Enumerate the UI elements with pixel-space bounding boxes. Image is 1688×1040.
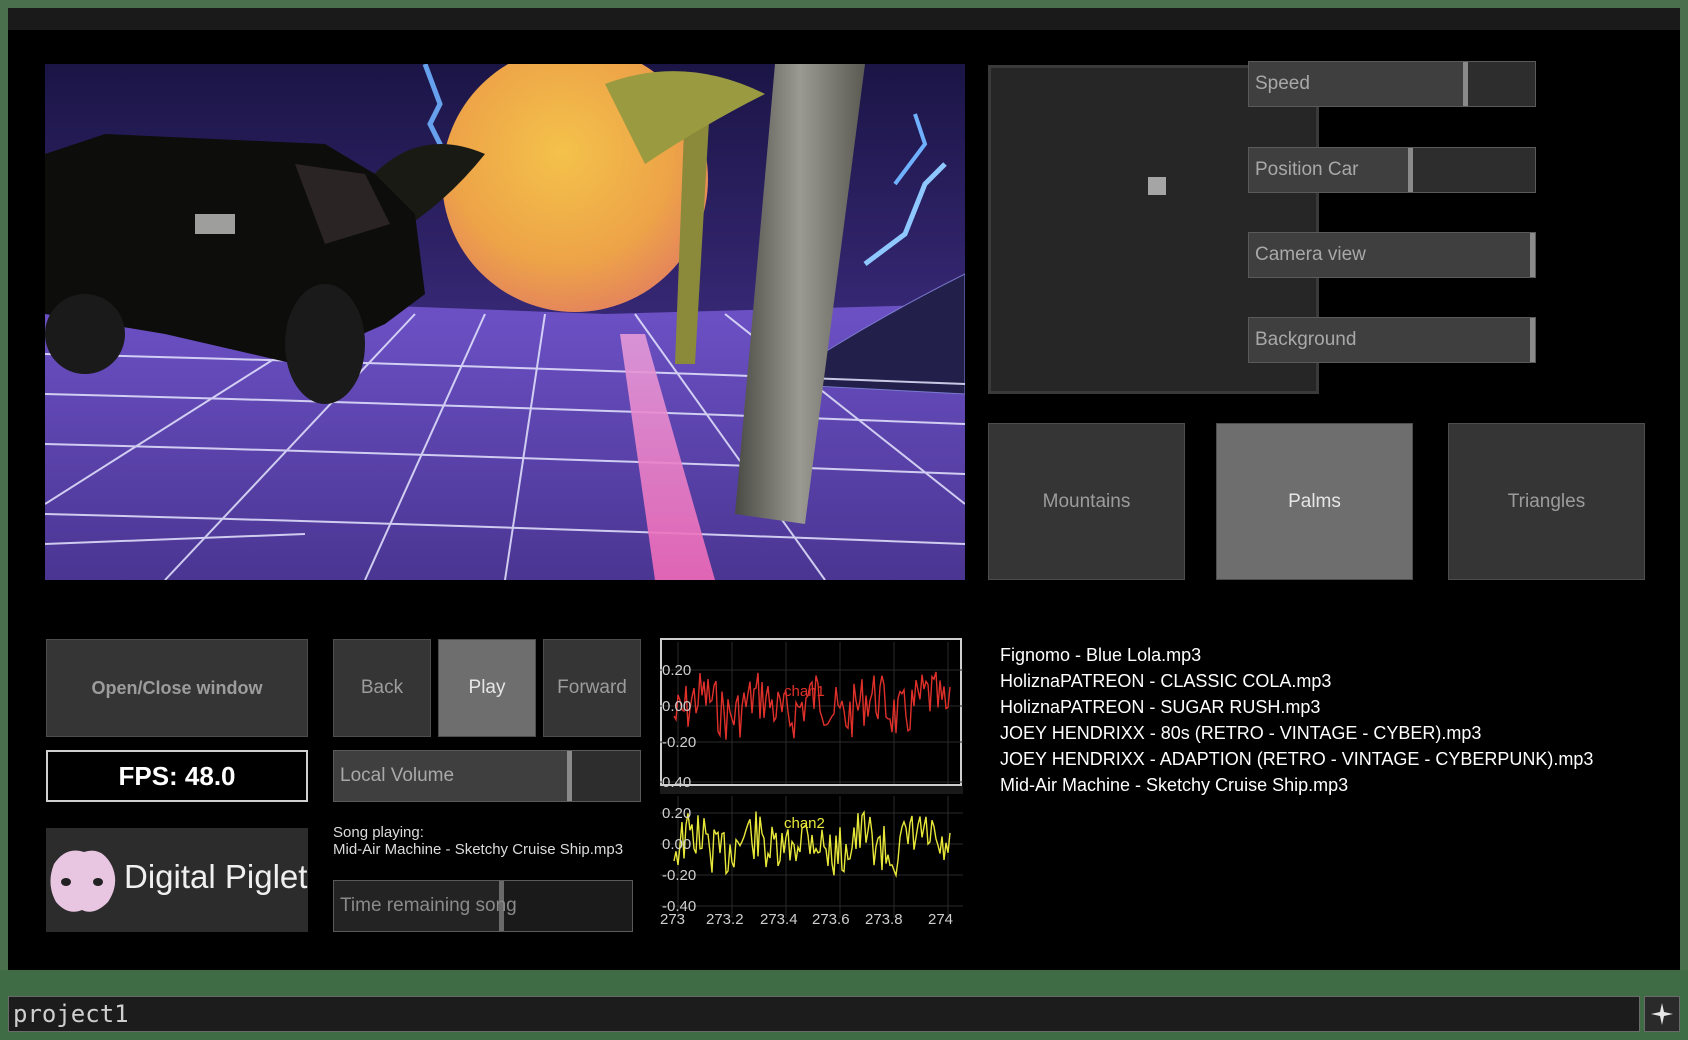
- open-close-window-button[interactable]: Open/Close window: [46, 639, 308, 737]
- time-remaining-label: Time remaining song: [340, 895, 517, 916]
- y-tick-label: -0.20: [662, 867, 696, 884]
- audio-trail-chart: 0.20 0.00 -0.20 chan1 0.40 0.20 0.00 -0.20 -0.40…: [660, 638, 963, 928]
- y-tick-label: 0.00: [662, 836, 691, 853]
- slider-handle[interactable]: [567, 751, 572, 801]
- fps-display: FPS: 48.0: [46, 750, 308, 802]
- playlist-item[interactable]: JOEY HENDRIXX - 80s (RETRO - VINTAGE - C…: [1000, 720, 1593, 746]
- palms-button[interactable]: Palms: [1216, 423, 1413, 580]
- slider-handle[interactable]: [1530, 233, 1535, 277]
- app-window: Speed Position Car Camera view Backgroun…: [0, 0, 1688, 1040]
- panel-canvas: Speed Position Car Camera view Backgroun…: [8, 30, 1680, 970]
- slider-handle[interactable]: [1408, 148, 1413, 192]
- playlist-item[interactable]: JOEY HENDRIXX - ADAPTION (RETRO - VINTAG…: [1000, 746, 1593, 772]
- time-remaining-slider[interactable]: Time remaining song: [333, 880, 633, 932]
- camera-view-label: Camera view: [1255, 244, 1366, 265]
- song-info: Song playing: Mid-Air Machine - Sketchy …: [333, 824, 623, 858]
- background-label: Background: [1255, 329, 1357, 350]
- x-tick-label: 273.2: [706, 911, 744, 926]
- forward-button[interactable]: Forward: [543, 639, 641, 737]
- playlist-item[interactable]: HoliznaPATREON - SUGAR RUSH.mp3: [1000, 694, 1593, 720]
- x-tick-label: 273.6: [812, 911, 850, 926]
- x-tick-label: 273: [660, 911, 685, 926]
- add-button[interactable]: [1644, 996, 1680, 1032]
- local-volume-slider[interactable]: Local Volume: [333, 750, 641, 802]
- logo: Digital Piglet: [46, 828, 308, 932]
- y-tick-label: 0.20: [662, 805, 691, 822]
- y-tick-label: -0.20: [662, 734, 696, 751]
- position-car-label: Position Car: [1255, 159, 1359, 180]
- playlist: Fignomo - Blue Lola.mp3 HoliznaPATREON -…: [1000, 642, 1593, 798]
- render-viewport: [45, 64, 965, 580]
- logo-text: Digital Piglet: [124, 858, 308, 895]
- triangles-button[interactable]: Triangles: [1448, 423, 1645, 580]
- network-path-field[interactable]: project1: [8, 996, 1640, 1032]
- x-tick-label: 273.4: [760, 911, 798, 926]
- back-button[interactable]: Back: [333, 639, 431, 737]
- playlist-item[interactable]: HoliznaPATREON - CLASSIC COLA.mp3: [1000, 668, 1593, 694]
- slider-handle[interactable]: [1530, 318, 1535, 362]
- background-slider[interactable]: Background: [1248, 317, 1536, 363]
- x-tick-label: 274: [928, 911, 953, 926]
- trail-svg: 0.200.00-0.20chan10.400.200.00-0.20-0.40…: [660, 638, 963, 928]
- playlist-item[interactable]: Fignomo - Blue Lola.mp3: [1000, 642, 1593, 668]
- x-tick-label: 273.8: [865, 911, 903, 926]
- playlist-item[interactable]: Mid-Air Machine - Sketchy Cruise Ship.mp…: [1000, 772, 1593, 798]
- camera-view-slider[interactable]: Camera view: [1248, 232, 1536, 278]
- scene-render: [45, 64, 965, 580]
- channel-label: chan1: [784, 683, 825, 700]
- speed-slider[interactable]: Speed: [1248, 61, 1536, 107]
- slider-handle[interactable]: [1463, 62, 1468, 106]
- y-tick-label: 0.40: [662, 774, 691, 791]
- y-tick-label: 0.20: [662, 662, 691, 679]
- xy-pad-handle[interactable]: [1148, 177, 1166, 195]
- star-plus-icon: [1651, 1003, 1673, 1025]
- channel-label: chan2: [784, 815, 825, 832]
- play-button[interactable]: Play: [438, 639, 536, 737]
- position-car-slider[interactable]: Position Car: [1248, 147, 1536, 193]
- top-bar: [8, 8, 1680, 30]
- song-heading: Song playing:: [333, 824, 424, 841]
- piglet-nose-icon: [50, 850, 116, 912]
- song-name: Mid-Air Machine - Sketchy Cruise Ship.mp…: [333, 841, 624, 858]
- y-tick-label: 0.00: [662, 698, 691, 715]
- mountains-button[interactable]: Mountains: [988, 423, 1185, 580]
- local-volume-label: Local Volume: [340, 765, 455, 786]
- speed-label: Speed: [1255, 73, 1310, 94]
